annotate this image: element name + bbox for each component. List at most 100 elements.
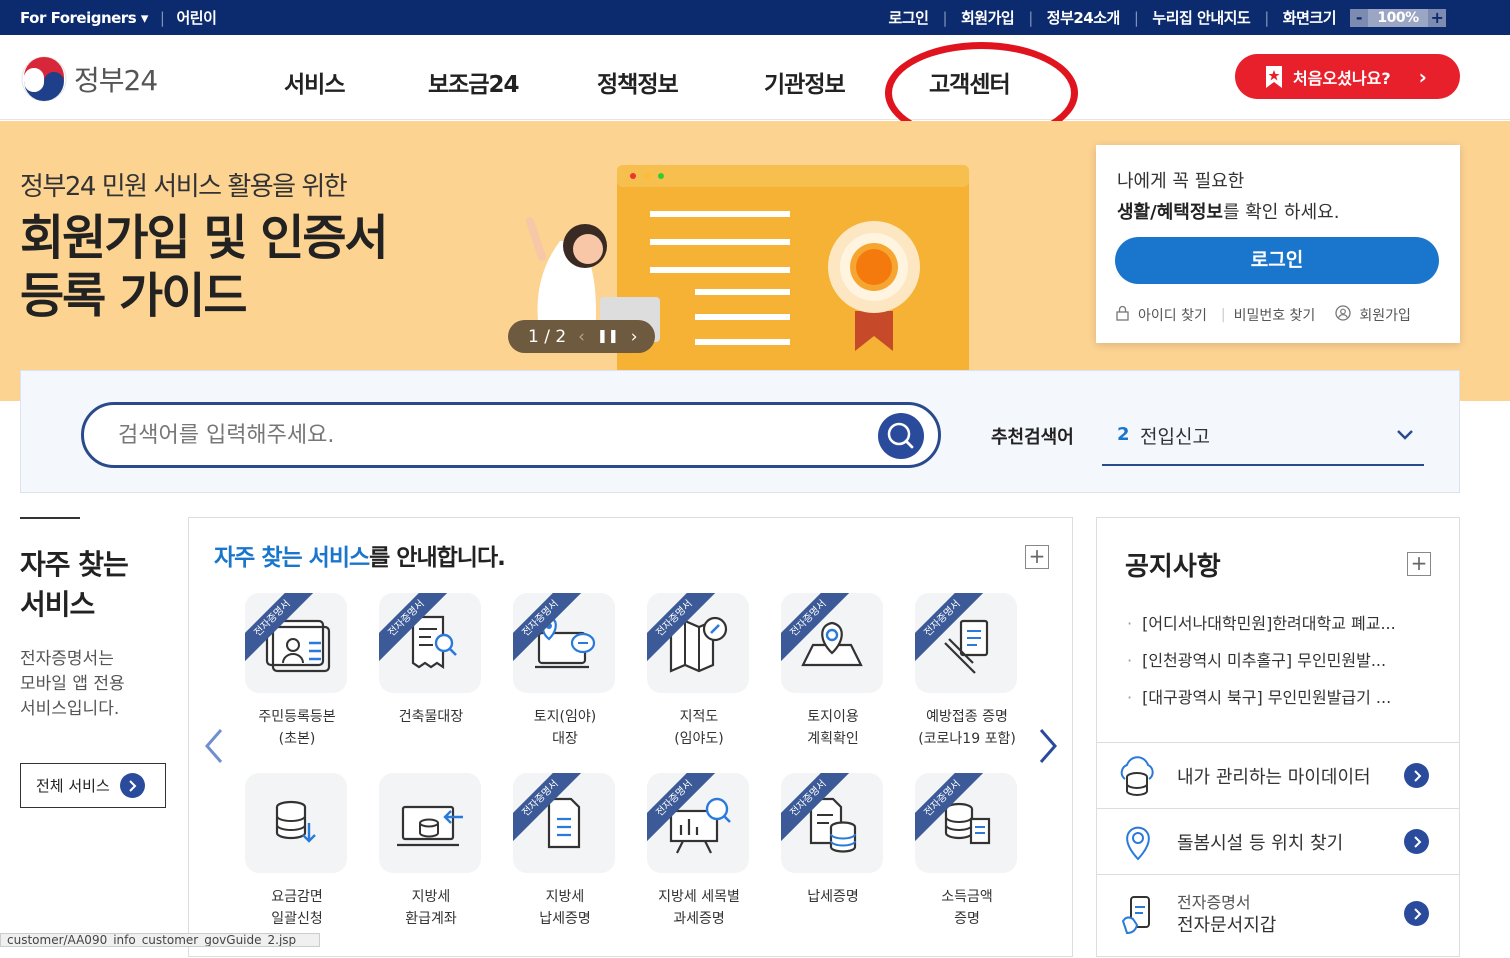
banner-title: 회원가입 및 인증서 등록 가이드 <box>20 210 389 324</box>
service-label[interactable]: 지방세 납세증명 <box>490 886 640 930</box>
notice-item[interactable]: · [인천광역시 미추홀구] 무인민원발... <box>1127 647 1386 671</box>
quick-link-care-facility[interactable]: 돌봄시설 등 위치 찾기 <box>1097 808 1459 874</box>
service-label[interactable]: 지방세 환급계좌 <box>356 886 506 930</box>
first-visit-button[interactable]: 처음오셨나요? › <box>1235 54 1460 99</box>
service-tile-local-tax-refund[interactable] <box>379 773 481 873</box>
find-password-link[interactable]: 비밀번호 찾기 <box>1234 305 1316 325</box>
service-tile-vaccination[interactable]: 전자증명서 <box>915 593 1017 693</box>
arrow-right-icon <box>1404 901 1429 926</box>
service-tile-local-tax-itemized[interactable]: 전자증명서 <box>647 773 749 873</box>
notice-item[interactable]: · [어디서나대학민원]한려대학교 폐교... <box>1127 610 1396 634</box>
nav-agency-info[interactable]: 기관정보 <box>764 65 846 99</box>
service-tile-tax-payment-cert[interactable]: 전자증명서 <box>781 773 883 873</box>
notice-panel: 공지사항 + · [어디서나대학민원]한려대학교 폐교... · [인천광역시 미추… <box>1096 517 1460 957</box>
location-pin-icon <box>1126 826 1150 861</box>
service-label[interactable]: 지방세 세목별 과세증명 <box>624 886 774 930</box>
zoom-control: - 100% + <box>1350 7 1446 28</box>
quick-link-e-document-wallet[interactable]: 전자증명서 전자문서지갑 <box>1097 874 1459 958</box>
login-button[interactable]: 로그인 <box>1115 237 1439 284</box>
service-label[interactable]: 토지이용 계획확인 <box>758 706 908 750</box>
recommended-rank: 2 <box>1117 424 1130 445</box>
quick-link-sublabel: 전자증명서 <box>1177 893 1251 912</box>
service-tile-resident-registration[interactable]: 전자증명서 <box>245 593 347 693</box>
search-field[interactable] <box>81 402 941 468</box>
divider: | <box>1264 8 1269 27</box>
login-box-line2: 생활/혜택정보를 확인 하세요. <box>1117 202 1340 223</box>
signup-link[interactable]: 회원가입 <box>1359 305 1411 325</box>
recommended-search-label: 추천검색어 <box>991 427 1074 448</box>
screen-size-label: 화면크기 <box>1282 9 1337 27</box>
service-label[interactable]: 토지(임야) 대장 <box>490 706 640 750</box>
zoom-out-button[interactable]: - <box>1350 8 1368 27</box>
frequent-services-title: 자주 찾는 서비스 <box>20 548 129 621</box>
all-services-button[interactable]: 전체 서비스 <box>20 763 166 808</box>
recommended-search-select[interactable]: 2 전입신고 <box>1102 409 1424 466</box>
frequent-services-panel: 자주 찾는 서비스를 안내합니다. + 전자증명서 주민등록등본 (초본) 전자증… <box>188 517 1073 957</box>
gov24-logo[interactable]: 정부24 <box>20 55 158 103</box>
pager-count: 1 / 2 <box>528 326 567 347</box>
nav-subsidy24[interactable]: 보조금24 <box>428 65 519 99</box>
chevron-right-icon: › <box>1418 64 1427 89</box>
banner-subtitle: 정부24 민원 서비스 활용을 위한 <box>20 172 348 202</box>
logo-text: 정부24 <box>74 64 158 97</box>
mobile-hand-icon <box>1121 896 1150 935</box>
service-tile-local-tax-payment[interactable]: 전자증명서 <box>513 773 615 873</box>
service-label[interactable]: 소득금액 증명 <box>892 886 1042 930</box>
browser-status-url: customer/AA090_info_customer_govGuide_2.… <box>0 933 320 947</box>
banner-pager: 1 / 2 ‹ ❚❚ › <box>508 320 655 353</box>
prev-slide-icon[interactable]: ‹ <box>578 327 585 347</box>
quick-link-mydata[interactable]: 내가 관리하는 마이데이터 <box>1097 742 1459 808</box>
arrow-right-icon <box>1404 829 1429 854</box>
bookmark-star-icon <box>1266 65 1282 88</box>
divider: | <box>942 8 947 27</box>
utility-bar: For Foreigners ▾ | 어린이 로그인 | 회원가입 | 정부24… <box>0 0 1510 35</box>
service-label[interactable]: 납세증명 <box>758 886 908 908</box>
next-slide-icon[interactable]: › <box>631 327 638 347</box>
nav-policy-info[interactable]: 정책정보 <box>597 65 679 99</box>
gov24-intro-link[interactable]: 정부24소개 <box>1047 7 1121 28</box>
service-label[interactable]: 요금감면 일괄신청 <box>222 886 372 930</box>
recommended-keyword[interactable]: 전입신고 <box>1140 422 1210 449</box>
services-heading: 자주 찾는 서비스를 안내합니다. <box>214 545 506 571</box>
service-tile-cadastral-map[interactable]: 전자증명서 <box>647 593 749 693</box>
search-area: 추천검색어 2 전입신고 <box>20 370 1460 493</box>
zoom-in-button[interactable]: + <box>1428 8 1446 27</box>
find-id-link[interactable]: 아이디 찾기 <box>1138 305 1207 325</box>
cloud-database-icon <box>1120 756 1154 796</box>
sitemap-link[interactable]: 누리집 안내지도 <box>1152 7 1250 28</box>
top-login-link[interactable]: 로그인 <box>889 7 929 28</box>
more-services-plus-icon[interactable]: + <box>1025 545 1049 569</box>
service-label[interactable]: 건축물대장 <box>356 706 506 728</box>
section-divider <box>20 517 80 519</box>
database-download-icon <box>275 800 316 843</box>
pause-icon[interactable]: ❚❚ <box>597 329 619 344</box>
quick-link-label: 돌봄시설 등 위치 찾기 <box>1177 833 1344 854</box>
quick-link-label: 내가 관리하는 마이데이터 <box>1177 767 1371 788</box>
notice-title: 공지사항 <box>1125 552 1221 582</box>
service-tile-land-register[interactable]: 전자증명서 <box>513 593 615 693</box>
service-label[interactable]: 지적도 (임야도) <box>624 706 774 750</box>
service-tile-fee-reduction[interactable] <box>245 773 347 873</box>
divider: | <box>1220 307 1226 323</box>
kids-link[interactable]: 어린이 <box>176 7 216 28</box>
quick-link-label: 전자문서지갑 <box>1177 915 1277 936</box>
for-foreigners-menu[interactable]: For Foreigners ▾ <box>20 9 148 27</box>
zoom-value: 100% <box>1368 8 1428 27</box>
more-notice-plus-icon[interactable]: + <box>1407 552 1431 576</box>
search-icon <box>887 422 914 449</box>
service-label[interactable]: 예방접종 증명 (코로나19 포함) <box>892 706 1042 750</box>
service-tile-building-register[interactable]: 전자증명서 <box>379 593 481 693</box>
divider: | <box>159 8 165 27</box>
account-links: 아이디 찾기 | 비밀번호 찾기 회원가입 <box>1115 305 1411 325</box>
service-label[interactable]: 주민등록등본 (초본) <box>222 706 372 750</box>
user-circle-icon <box>1335 305 1351 325</box>
top-signup-link[interactable]: 회원가입 <box>961 7 1015 28</box>
chevron-down-icon[interactable] <box>1396 429 1414 441</box>
service-tile-land-use-plan[interactable]: 전자증명서 <box>781 593 883 693</box>
search-input[interactable] <box>118 419 858 451</box>
search-button[interactable] <box>878 413 924 459</box>
login-box-line1: 나에게 꼭 필요한 <box>1117 171 1245 192</box>
notice-item[interactable]: · [대구광역시 북구] 무인민원발급기 ... <box>1127 684 1391 708</box>
nav-services[interactable]: 서비스 <box>284 65 345 99</box>
service-tile-income-cert[interactable]: 전자증명서 <box>915 773 1017 873</box>
